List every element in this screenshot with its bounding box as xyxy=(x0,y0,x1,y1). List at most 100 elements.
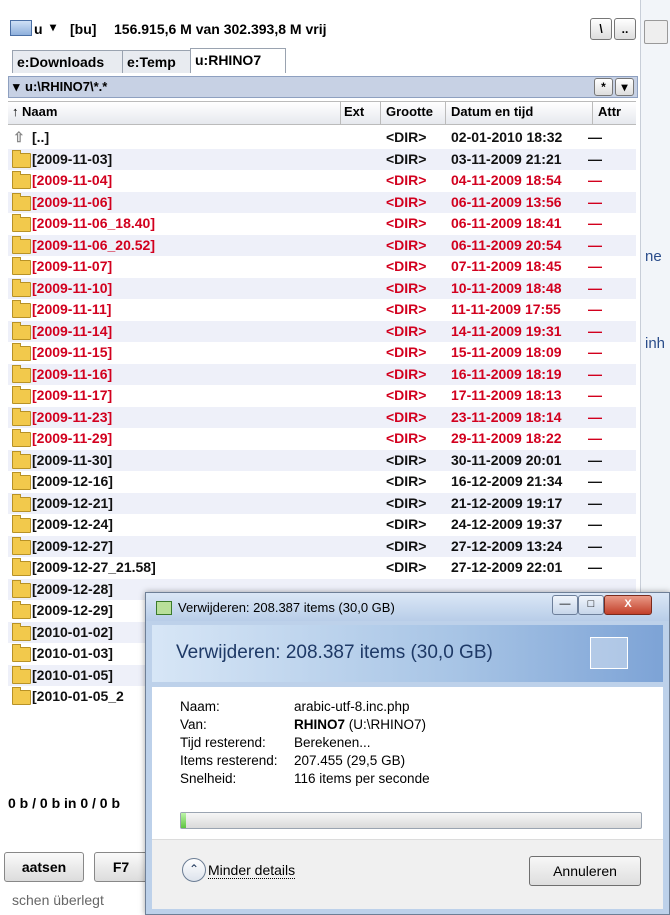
file-attr: — xyxy=(588,494,602,511)
delete-dialog: Verwijderen: 208.387 items (30,0 GB) — □… xyxy=(145,592,670,915)
maximize-button[interactable]: □ xyxy=(578,595,604,615)
file-name: [2009-11-07] xyxy=(32,258,113,274)
file-row[interactable]: [2009-12-21] <DIR> 21-12-2009 19:17 — xyxy=(8,492,636,514)
background-window-button[interactable] xyxy=(644,20,668,44)
from-value-path: (U:\RHINO7) xyxy=(345,717,427,732)
file-row[interactable]: [2009-11-17] <DIR> 17-11-2009 18:13 — xyxy=(8,385,636,407)
history-button[interactable]: * xyxy=(594,78,613,96)
f7-mkdir-button[interactable]: F7 xyxy=(94,852,148,882)
file-name: [2009-11-30] xyxy=(32,451,113,468)
file-row[interactable]: [2009-12-27_21.58] <DIR> 27-12-2009 22:01 — xyxy=(8,557,636,579)
root-button[interactable]: \ xyxy=(590,18,612,40)
column-ext[interactable]: Ext xyxy=(344,104,364,119)
file-row[interactable]: [2009-11-10] <DIR> 10-11-2009 18:48 — xyxy=(8,277,636,299)
folder-icon xyxy=(12,601,31,619)
file-name: [2009-11-06_20.52] xyxy=(32,236,155,253)
tab-downloads[interactable]: e:Downloads xyxy=(12,50,126,73)
file-date: 06-11-2009 13:56 xyxy=(451,193,562,210)
file-name: [2009-11-06_18.40] xyxy=(32,215,155,231)
file-row[interactable]: [2009-11-30] <DIR> 30-11-2009 20:01 — xyxy=(8,449,636,471)
file-size: <DIR> xyxy=(386,193,427,210)
file-name: [2010-01-03] xyxy=(32,645,113,661)
file-date: 10-11-2009 18:48 xyxy=(451,279,562,296)
file-size: <DIR> xyxy=(386,365,427,382)
items-remaining-value: 207.455 (29,5 GB) xyxy=(294,753,406,768)
drive-bar: u ▾ [bu] 156.915,6 M van 302.393,8 M vri… xyxy=(8,14,638,44)
from-value-bold: RHINO7 xyxy=(294,717,346,732)
file-row[interactable]: [2009-11-14] <DIR> 14-11-2009 19:31 — xyxy=(8,320,636,342)
drive-icon xyxy=(10,20,32,36)
file-row[interactable]: [2009-11-15] <DIR> 15-11-2009 18:09 — xyxy=(8,342,636,364)
folder-icon xyxy=(12,407,31,426)
folder-icon xyxy=(12,343,31,361)
file-name: [2009-11-03] xyxy=(32,150,113,167)
file-attr: — xyxy=(588,408,602,425)
dialog-titlebar[interactable]: Verwijderen: 208.387 items (30,0 GB) — □… xyxy=(146,593,669,621)
column-name[interactable]: Naam xyxy=(22,104,57,119)
file-name: [2009-11-15] xyxy=(32,344,113,360)
file-date: 11-11-2009 17:55 xyxy=(451,301,561,317)
file-size: <DIR> xyxy=(386,451,427,468)
column-size[interactable]: Grootte xyxy=(386,104,433,119)
file-date: 30-11-2009 20:01 xyxy=(451,451,562,468)
file-row[interactable]: ⇧ [..] <DIR> 02-01-2010 18:32 — xyxy=(8,127,636,149)
file-date: 27-12-2009 22:01 xyxy=(451,559,563,575)
folder-icon xyxy=(12,386,31,404)
file-attr: — xyxy=(588,344,602,360)
file-date: 06-11-2009 18:41 xyxy=(451,215,562,231)
file-row[interactable]: [2009-12-24] <DIR> 24-12-2009 19:37 — xyxy=(8,514,636,536)
dialog-body: Naam: arabic-utf-8.inc.php Van: RHINO7 (… xyxy=(152,687,663,909)
file-row[interactable]: [2009-11-04] <DIR> 04-11-2009 18:54 — xyxy=(8,170,636,192)
folder-icon xyxy=(12,214,31,232)
folder-icon xyxy=(12,493,31,512)
tab-temp[interactable]: e:Temp xyxy=(122,50,196,73)
folder-icon xyxy=(12,235,31,254)
file-row[interactable]: [2009-11-03] <DIR> 03-11-2009 21:21 — xyxy=(8,148,636,170)
progress-fill xyxy=(181,813,186,828)
folder-icon xyxy=(12,364,31,383)
column-attr[interactable]: Attr xyxy=(598,104,621,119)
f6-move-button[interactable]: aatsen xyxy=(4,852,84,882)
background-text-fragment: inh xyxy=(645,335,666,352)
file-row[interactable]: [2009-11-29] <DIR> 29-11-2009 18:22 — xyxy=(8,428,636,450)
file-attr: — xyxy=(588,451,602,468)
file-row[interactable]: [2009-11-16] <DIR> 16-11-2009 18:19 — xyxy=(8,363,636,385)
file-row[interactable]: [2009-11-11] <DIR> 11-11-2009 17:55 — xyxy=(8,299,636,321)
file-size: <DIR> xyxy=(386,473,427,489)
file-row[interactable]: [2009-11-23] <DIR> 23-11-2009 18:14 — xyxy=(8,406,636,428)
file-name: [2009-12-16] xyxy=(32,473,113,489)
cancel-button[interactable]: Annuleren xyxy=(529,856,641,886)
parent-dir-button[interactable]: .. xyxy=(614,18,636,40)
file-row[interactable]: [2009-12-16] <DIR> 16-12-2009 21:34 — xyxy=(8,471,636,493)
file-size: <DIR> xyxy=(386,559,427,575)
minimize-button[interactable]: — xyxy=(552,595,578,615)
file-row[interactable]: [2009-11-06_18.40] <DIR> 06-11-2009 18:41 — xyxy=(8,213,636,235)
drive-letter[interactable]: u xyxy=(34,21,43,37)
hotlist-button[interactable]: ▾ xyxy=(615,78,634,96)
from-label: Van: xyxy=(180,717,207,732)
file-size: <DIR> xyxy=(386,408,427,425)
file-attr: — xyxy=(588,129,602,145)
file-size: <DIR> xyxy=(386,516,427,532)
file-row[interactable]: [2009-11-06] <DIR> 06-11-2009 13:56 — xyxy=(8,191,636,213)
close-button[interactable]: X xyxy=(604,595,652,615)
file-name: [2010-01-05_2 xyxy=(32,688,124,704)
file-row[interactable]: [2009-11-06_20.52] <DIR> 06-11-2009 20:54 — xyxy=(8,234,636,256)
file-name: [2010-01-02] xyxy=(32,623,113,640)
file-attr: — xyxy=(588,516,602,532)
tab-rhino7[interactable]: u:RHINO7 xyxy=(190,48,286,73)
file-name: [2009-12-24] xyxy=(32,516,113,532)
file-attr: — xyxy=(588,172,602,188)
drive-dropdown-icon[interactable]: ▾ xyxy=(50,20,56,34)
recycle-bin-icon xyxy=(590,637,628,669)
file-attr: — xyxy=(588,473,602,489)
file-name: [2009-11-14] xyxy=(32,322,113,339)
file-row[interactable]: [2009-12-27] <DIR> 27-12-2009 13:24 — xyxy=(8,535,636,557)
path-bar[interactable]: ▾ u:\RHINO7\*.* * ▾ xyxy=(8,76,638,98)
path-dropdown-icon[interactable]: ▾ xyxy=(13,77,20,97)
less-details-toggle[interactable]: Minder details xyxy=(208,862,296,879)
chevron-up-icon[interactable]: ⌃ xyxy=(182,858,206,882)
file-row[interactable]: [2009-11-07] <DIR> 07-11-2009 18:45 — xyxy=(8,256,636,278)
column-date[interactable]: Datum en tijd xyxy=(451,104,533,119)
folder-icon xyxy=(12,472,31,490)
